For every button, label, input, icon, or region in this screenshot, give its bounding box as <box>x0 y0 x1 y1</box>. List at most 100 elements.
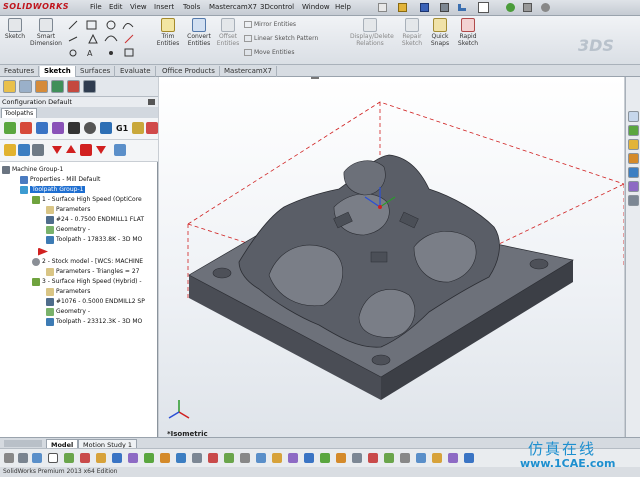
toolbar-icon-16[interactable] <box>240 453 250 463</box>
toolbar-icon-28[interactable] <box>432 453 442 463</box>
toolbar-icon-29[interactable] <box>448 453 458 463</box>
configuration-manager-icon[interactable] <box>35 80 48 93</box>
print-icon[interactable] <box>440 3 449 12</box>
menu-edit[interactable]: Edit <box>109 3 123 11</box>
display-delete-relations-button[interactable]: Display/Delete Relations <box>350 18 394 47</box>
resources-icon[interactable] <box>628 111 639 122</box>
insert-arrow-marker[interactable] <box>38 247 50 257</box>
tab-mastercamx7[interactable]: MastercamX7 <box>220 66 277 77</box>
select-all-icon[interactable] <box>4 122 16 134</box>
backplot-icon[interactable] <box>68 122 80 134</box>
tab-surfaces[interactable]: Surfaces <box>76 66 116 77</box>
undo-icon[interactable] <box>458 4 466 11</box>
mirror-entities-button[interactable]: Mirror Entities <box>244 21 296 28</box>
tree-node[interactable]: Toolpath Group-1 <box>20 185 86 195</box>
toolbar-icon-22[interactable] <box>336 453 346 463</box>
file-explorer-icon[interactable] <box>628 139 639 150</box>
sketch-button[interactable]: Sketch <box>2 18 28 40</box>
toolbar-icon-7[interactable] <box>96 453 106 463</box>
tree-node[interactable]: Parameters - Triangles = 27 <box>46 267 140 277</box>
toolbar-icon-9[interactable] <box>128 453 138 463</box>
delete-icon[interactable] <box>146 122 158 134</box>
tree-node[interactable]: #1076 - 0.5000 ENDMILL2 SP <box>46 297 145 307</box>
menu-insert[interactable]: Insert <box>154 3 174 11</box>
options-gear-icon[interactable] <box>541 3 550 12</box>
toolbar-icon-26[interactable] <box>400 453 410 463</box>
select-arrow-icon[interactable] <box>478 2 489 13</box>
toolbar-icon-20[interactable] <box>304 453 314 463</box>
sketch-entities-icons[interactable]: A <box>67 19 157 59</box>
tree-node[interactable]: Properties - Mill Default <box>20 175 100 185</box>
view-palette-icon[interactable] <box>628 153 639 164</box>
toolbar-icon-10[interactable] <box>144 453 154 463</box>
toolbar-icon-12[interactable] <box>176 453 186 463</box>
appearances-icon[interactable] <box>628 167 639 178</box>
lock-icon[interactable] <box>4 144 16 156</box>
toolbar-icon-8[interactable] <box>112 453 122 463</box>
feature-manager-icon[interactable] <box>3 80 16 93</box>
select-icon[interactable] <box>48 453 58 463</box>
regenerate-dirty-icon[interactable] <box>52 122 64 134</box>
tree-node[interactable]: #24 - 0.7500 ENDMILL1 FLAT <box>46 215 144 225</box>
select-dirty-icon[interactable] <box>20 122 32 134</box>
graphics-viewport[interactable]: *Isometric <box>159 77 624 438</box>
regenerate-icon[interactable] <box>36 122 48 134</box>
tab-sketch[interactable]: Sketch <box>40 66 76 77</box>
toolbar-icon-18[interactable] <box>272 453 282 463</box>
move-down-icon[interactable] <box>52 146 62 154</box>
toolbar-icon-6[interactable] <box>80 453 90 463</box>
toolbar-icon-13[interactable] <box>192 453 202 463</box>
rapid-sketch-button[interactable]: Rapid Sketch <box>455 18 481 47</box>
toolbar-icon-17[interactable] <box>256 453 266 463</box>
toolbar-icon-11[interactable] <box>160 453 170 463</box>
rebuild-icon[interactable] <box>506 3 515 12</box>
toolbar-icon-5[interactable] <box>64 453 74 463</box>
tools-icon[interactable] <box>628 195 639 206</box>
post-g1-label[interactable]: G1 <box>116 124 128 133</box>
toolbar-icon-15[interactable] <box>224 453 234 463</box>
tree-node[interactable]: Parameters <box>46 287 90 297</box>
smart-dimension-button[interactable]: Smart Dimension <box>29 18 63 47</box>
repair-sketch-button[interactable]: Repair Sketch <box>399 18 425 47</box>
tree-node[interactable]: Parameters <box>46 205 90 215</box>
tab-office-products[interactable]: Office Products <box>158 66 220 77</box>
toolbar-icon-19[interactable] <box>288 453 298 463</box>
new-icon[interactable] <box>378 3 387 12</box>
expand-all-icon[interactable] <box>114 144 126 156</box>
menu-mastercam[interactable]: MastercamX7 <box>209 3 257 11</box>
display-manager-icon[interactable] <box>67 80 80 93</box>
tree-node[interactable]: Toolpath - 23312.3K - 3D MO <box>46 317 142 327</box>
toggle-display-icon[interactable] <box>18 144 30 156</box>
tree-node[interactable]: Machine Group-1 <box>2 165 63 175</box>
toolbar-icon-25[interactable] <box>384 453 394 463</box>
mastercam-manager-icon[interactable] <box>83 80 96 93</box>
open-icon[interactable] <box>398 3 407 12</box>
tree-node[interactable]: 3 - Surface High Speed (Hybrid) - <box>32 277 142 287</box>
quick-snaps-button[interactable]: Quick Snaps <box>428 18 452 47</box>
menu-tools[interactable]: Tools <box>183 3 200 11</box>
property-manager-icon[interactable] <box>19 80 32 93</box>
tab-features[interactable]: Features <box>0 66 40 77</box>
scroll-down-icon[interactable] <box>96 146 106 154</box>
verify-icon[interactable] <box>84 122 96 134</box>
highfeed-icon[interactable] <box>132 122 144 134</box>
design-library-icon[interactable] <box>628 125 639 136</box>
model-graphics[interactable] <box>159 77 624 437</box>
file-properties-icon[interactable] <box>523 3 532 12</box>
heads-up-view-icons[interactable] <box>311 77 319 79</box>
toggle-posting-icon[interactable] <box>32 144 44 156</box>
tab-toolpaths[interactable]: Toolpaths <box>1 108 37 118</box>
menu-3dcontrol[interactable]: 3Dcontrol <box>260 3 294 11</box>
tab-evaluate[interactable]: Evaluate <box>116 66 156 77</box>
toolbar-icon-27[interactable] <box>416 453 426 463</box>
toolbar-icon-14[interactable] <box>208 453 218 463</box>
insert-arrow-icon[interactable] <box>80 144 92 156</box>
menu-view[interactable]: View <box>130 3 147 11</box>
tree-node[interactable]: 2 - Stock model - [WCS: MACHINE <box>32 257 143 267</box>
tree-node[interactable]: Geometry - <box>46 307 90 317</box>
custom-properties-icon[interactable] <box>628 181 639 192</box>
save-icon[interactable] <box>420 3 429 12</box>
convert-entities-button[interactable]: Convert Entities <box>184 18 214 47</box>
toolbar-icon-2[interactable] <box>18 453 28 463</box>
menu-file[interactable]: File <box>90 3 102 11</box>
